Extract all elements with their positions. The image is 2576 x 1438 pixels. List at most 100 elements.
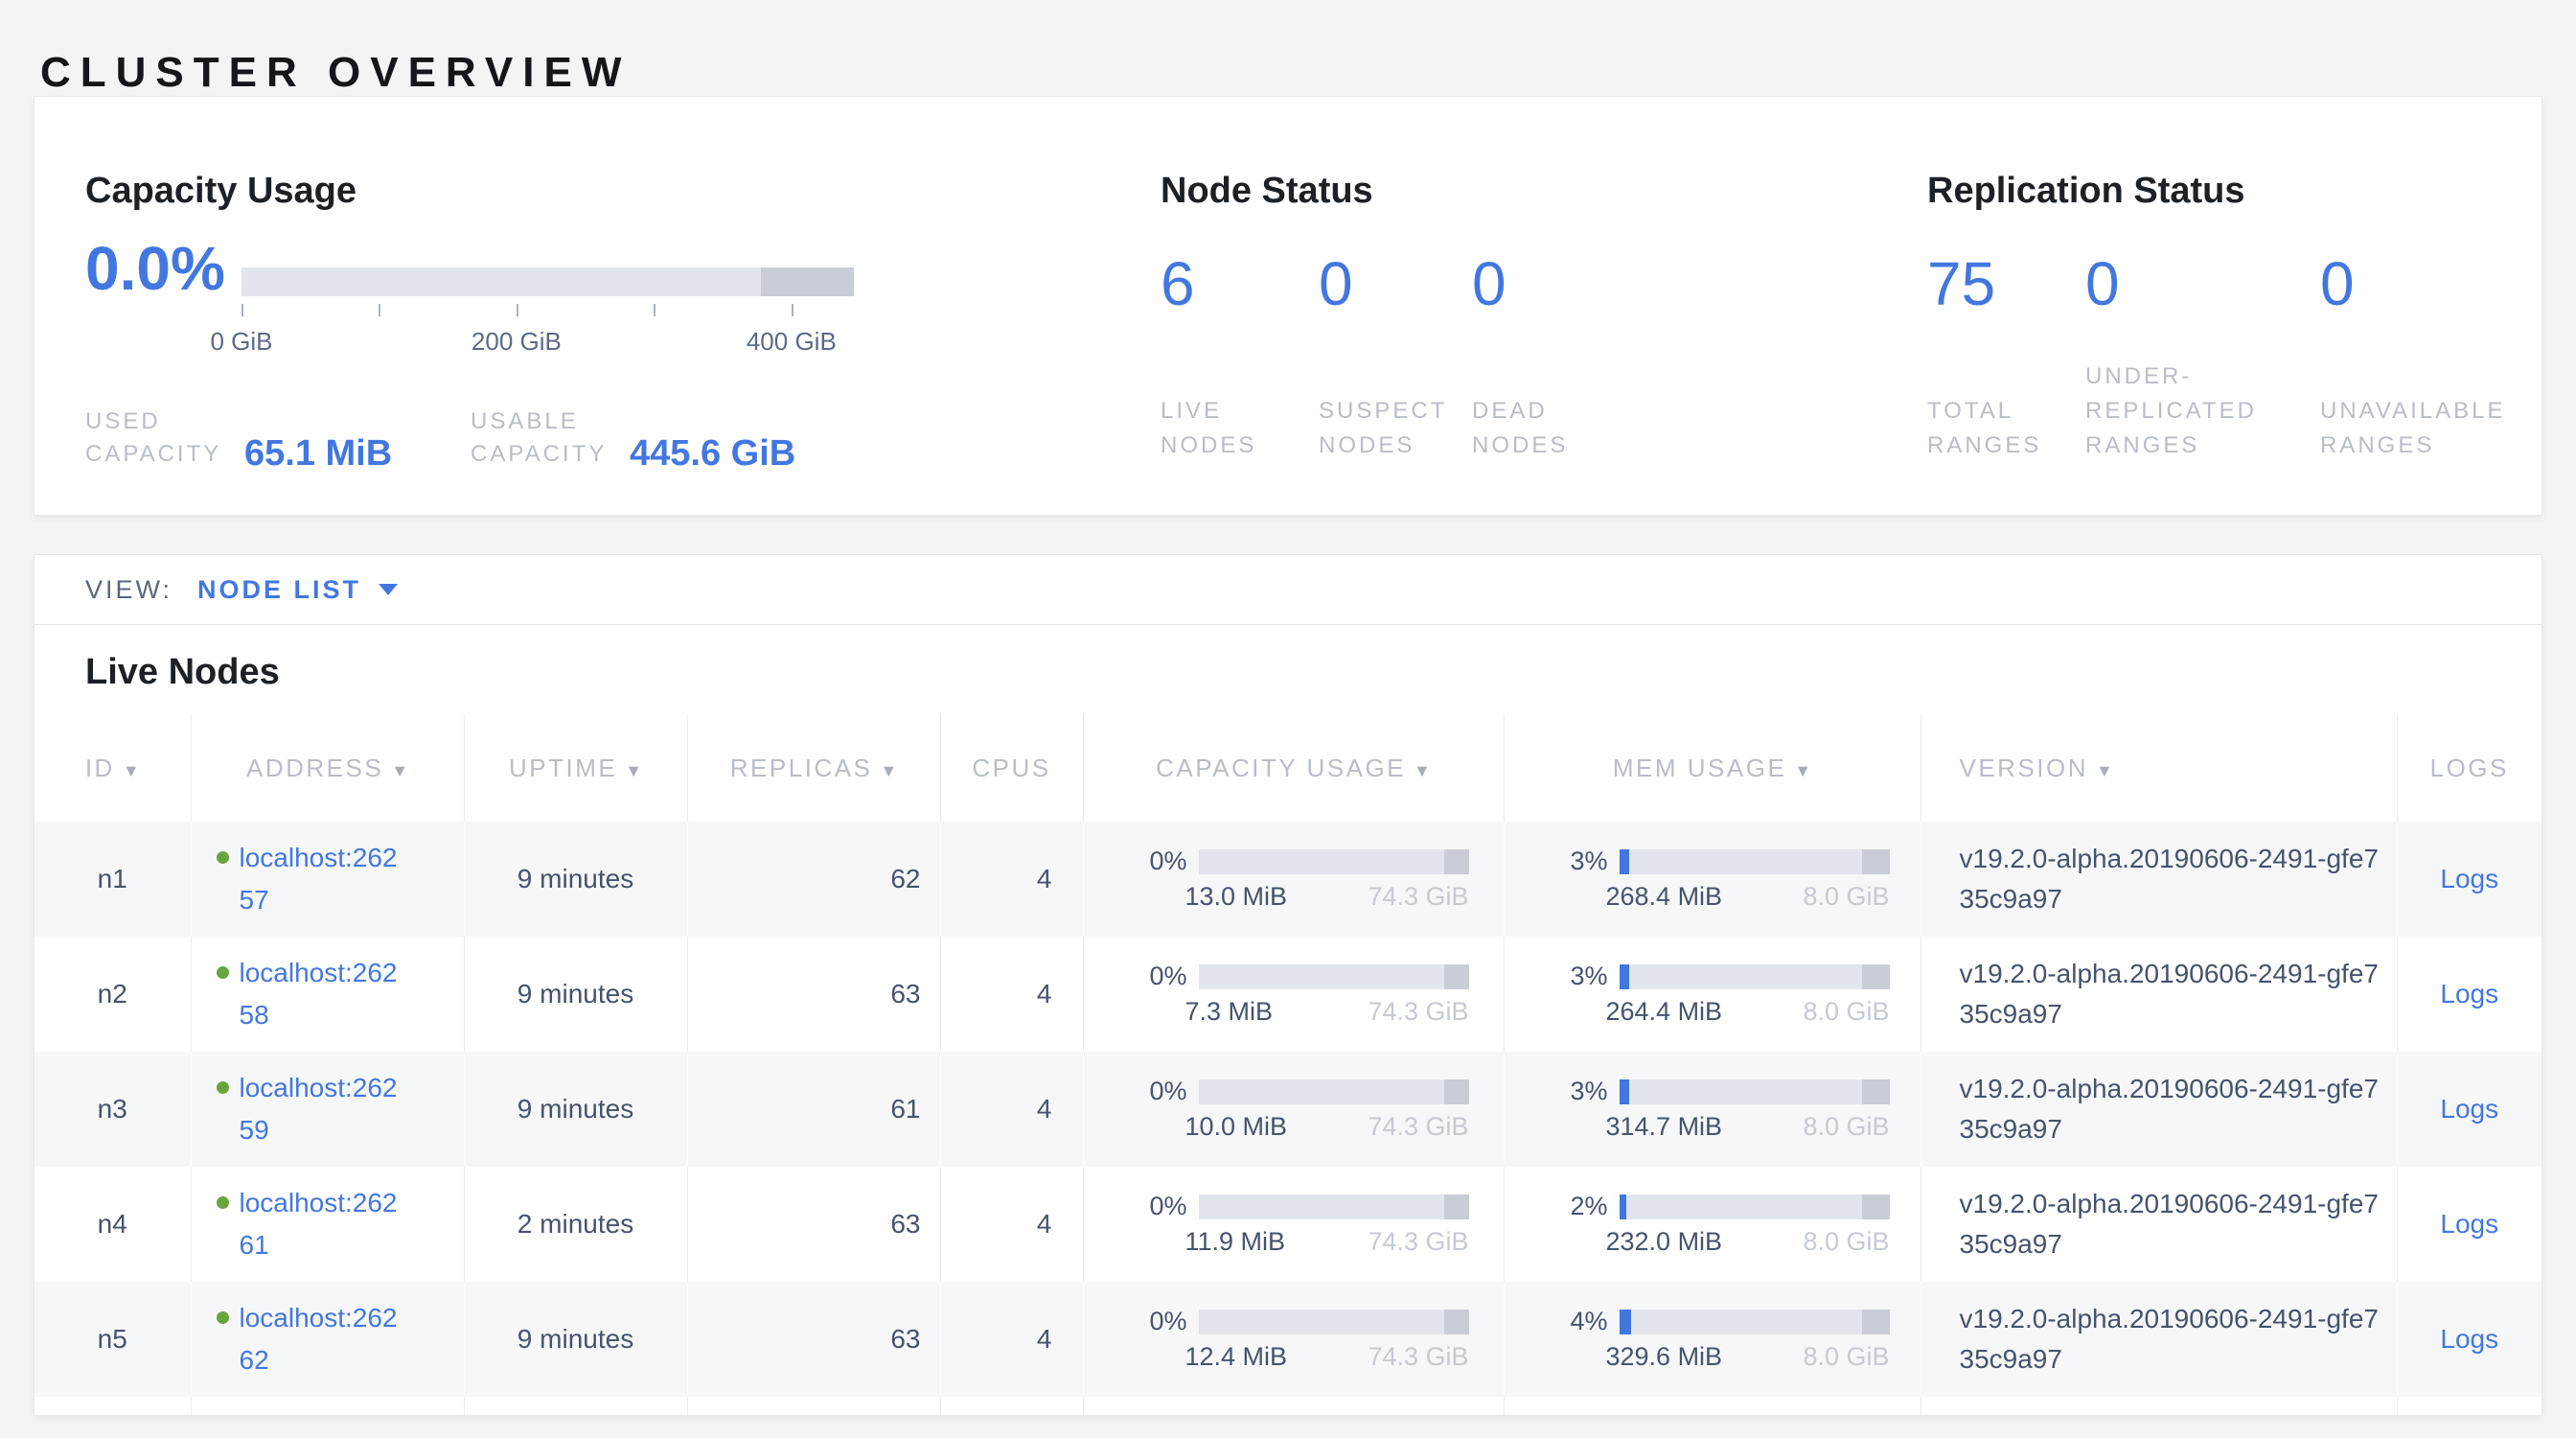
mem-usage-cell: 2% 232.0 MiB8.0 GiB: [1506, 1192, 1920, 1257]
node-row-n1: n1 localhost:26257 9 minutes 62 4 0% 13.…: [34, 822, 2542, 937]
node-version: v19.2.0-alpha.20190606-2491-gfe735c9a97: [1960, 954, 2383, 1034]
node-version: v19.2.0-alpha.20190606-2491-gfe735c9a97: [1960, 1184, 2383, 1264]
view-selector-dropdown[interactable]: NODE LIST: [197, 575, 398, 605]
view-bar: VIEW: NODE LIST: [34, 555, 2542, 625]
mem-bar: [1620, 849, 1890, 874]
col-header-capacity-usage[interactable]: CAPACITY USAGE▼: [1083, 714, 1504, 822]
live-status-icon: [217, 966, 229, 979]
capacity-bar: [1199, 1310, 1469, 1334]
mem-usage-cell: 3% 264.4 MiB8.0 GiB: [1506, 962, 1920, 1027]
live-status-icon: [217, 851, 229, 864]
live-status-icon: [217, 1311, 229, 1324]
node-cpus: 4: [940, 937, 1083, 1052]
dead-nodes-label: DEAD NODES: [1472, 394, 1597, 463]
sort-desc-icon: ▼: [123, 761, 140, 780]
logs-link[interactable]: Logs: [2440, 1094, 2498, 1124]
col-header-uptime[interactable]: UPTIME▼: [464, 714, 687, 822]
capacity-usage-cell: 0% 10.0 MiB74.3 GiB: [1085, 1077, 1503, 1142]
capacity-axis: 0 GiB 200 GiB 400 GiB: [242, 304, 854, 371]
mem-usage-cell: 4% 329.6 MiB8.0 GiB: [1506, 1307, 1920, 1372]
live-status-icon: [217, 1081, 229, 1094]
suspect-nodes-label: SUSPECT NODES: [1319, 394, 1472, 463]
node-uptime: 9 minutes: [464, 1052, 687, 1167]
axis-tick-label: 200 GiB: [472, 327, 562, 357]
node-address-link[interactable]: localhost:26258: [240, 952, 410, 1036]
replication-status-title: Replication Status: [1927, 171, 2245, 212]
logs-link[interactable]: Logs: [2440, 979, 2498, 1009]
node-address-link[interactable]: localhost:26261: [240, 1182, 410, 1266]
capacity-usage-title: Capacity Usage: [85, 171, 356, 212]
mem-bar: [1620, 1310, 1890, 1334]
axis-tick-label: 0 GiB: [210, 327, 272, 357]
logs-link[interactable]: Logs: [2440, 1209, 2498, 1239]
col-header-address[interactable]: ADDRESS▼: [191, 714, 464, 822]
sort-desc-icon: ▼: [1414, 761, 1431, 780]
node-row-n3: n3 localhost:26259 9 minutes 61 4 0% 10.…: [34, 1052, 2542, 1167]
cluster-summary-card: Capacity Usage 0.0% 0 GiB 200 GiB 400 Gi…: [34, 96, 2542, 516]
live-status-icon: [217, 1196, 229, 1209]
node-replicas: 63: [687, 937, 940, 1052]
node-uptime: 2 minutes: [464, 1167, 687, 1282]
node-uptime: 9 minutes: [464, 822, 687, 937]
mem-bar: [1620, 1079, 1890, 1104]
col-header-cpus[interactable]: CPUS: [940, 714, 1083, 822]
capacity-bar: [1199, 964, 1469, 989]
suspect-nodes-count: 0: [1319, 248, 1353, 319]
node-id: n3: [34, 1052, 191, 1167]
capacity-usage-cell: 0% 7.3 MiB74.3 GiB: [1085, 962, 1503, 1027]
node-row-n5: n5 localhost:26262 9 minutes 63 4 0% 12.…: [34, 1282, 2542, 1397]
mem-bar: [1620, 964, 1890, 989]
chevron-down-icon: [379, 584, 398, 595]
node-id: n5: [34, 1282, 191, 1397]
node-row-n2: n2 localhost:26258 9 minutes 63 4 0% 7.3…: [34, 937, 2542, 1052]
capacity-usage-cell: 0% 11.9 MiB74.3 GiB: [1085, 1192, 1503, 1257]
node-row-partial: [34, 1397, 2542, 1416]
node-uptime: 9 minutes: [464, 937, 687, 1052]
dead-nodes-count: 0: [1472, 248, 1506, 319]
node-address-link[interactable]: localhost:26257: [240, 837, 410, 921]
under-replicated-count: 0: [2085, 248, 2120, 319]
mem-usage-cell: 3% 314.7 MiB8.0 GiB: [1506, 1077, 1920, 1142]
total-ranges-count: 75: [1927, 248, 1995, 319]
col-header-replicas[interactable]: REPLICAS▼: [687, 714, 940, 822]
live-nodes-title: Live Nodes: [85, 652, 2542, 693]
axis-tick-label: 400 GiB: [747, 327, 837, 357]
logs-link[interactable]: Logs: [2440, 1324, 2498, 1354]
node-cpus: 4: [940, 822, 1083, 937]
live-nodes-label: LIVE NODES: [1161, 394, 1295, 463]
logs-link[interactable]: Logs: [2440, 864, 2498, 893]
used-capacity-value: 65.1 MiB: [244, 436, 392, 471]
unavailable-ranges-count: 0: [2320, 248, 2355, 319]
page-title: CLUSTER OVERVIEW: [40, 49, 631, 97]
axis-tick: [654, 304, 656, 316]
col-header-mem-usage[interactable]: MEM USAGE▼: [1504, 714, 1920, 822]
col-header-id[interactable]: ID▼: [34, 714, 191, 822]
node-status-title: Node Status: [1161, 171, 1373, 212]
capacity-usage-cell: 0% 12.4 MiB74.3 GiB: [1085, 1307, 1503, 1372]
node-address-link[interactable]: localhost:26259: [240, 1067, 410, 1151]
node-version: v19.2.0-alpha.20190606-2491-gfe735c9a97: [1960, 1069, 2383, 1149]
mem-bar: [1620, 1194, 1890, 1219]
view-label: VIEW:: [85, 575, 172, 605]
node-address-link[interactable]: localhost:26262: [240, 1297, 410, 1381]
capacity-usage-cell: 0% 13.0 MiB74.3 GiB: [1085, 847, 1503, 912]
capacity-bar: [1199, 849, 1469, 874]
node-replicas: 61: [687, 1052, 940, 1167]
usable-capacity-stat: USABLE CAPACITY 445.6 GiB: [471, 406, 795, 471]
node-cpus: 4: [940, 1052, 1083, 1167]
capacity-bar: [1199, 1194, 1469, 1219]
view-selected-value: NODE LIST: [197, 575, 361, 605]
under-replicated-label: UNDER-REPLICATED RANGES: [2085, 360, 2287, 463]
live-nodes-table: ID▼ ADDRESS▼ UPTIME▼ REPLICAS▼ CPUS CAPA…: [34, 714, 2542, 1416]
live-nodes-count: 6: [1161, 248, 1195, 319]
col-header-version[interactable]: VERSION▼: [1920, 714, 2397, 822]
sort-desc-icon: ▼: [1794, 761, 1811, 780]
table-header-row: ID▼ ADDRESS▼ UPTIME▼ REPLICAS▼ CPUS CAPA…: [34, 714, 2542, 822]
node-row-n4: n4 localhost:26261 2 minutes 63 4 0% 11.…: [34, 1167, 2542, 1282]
sort-desc-icon: ▼: [391, 761, 408, 780]
node-id: n2: [34, 937, 191, 1052]
capacity-reserved-segment: [761, 267, 854, 296]
axis-tick: [792, 304, 794, 316]
node-version: v19.2.0-alpha.20190606-2491-gfe735c9a97: [1960, 1299, 2383, 1380]
used-capacity-stat: USED CAPACITY 65.1 MiB: [85, 406, 392, 471]
